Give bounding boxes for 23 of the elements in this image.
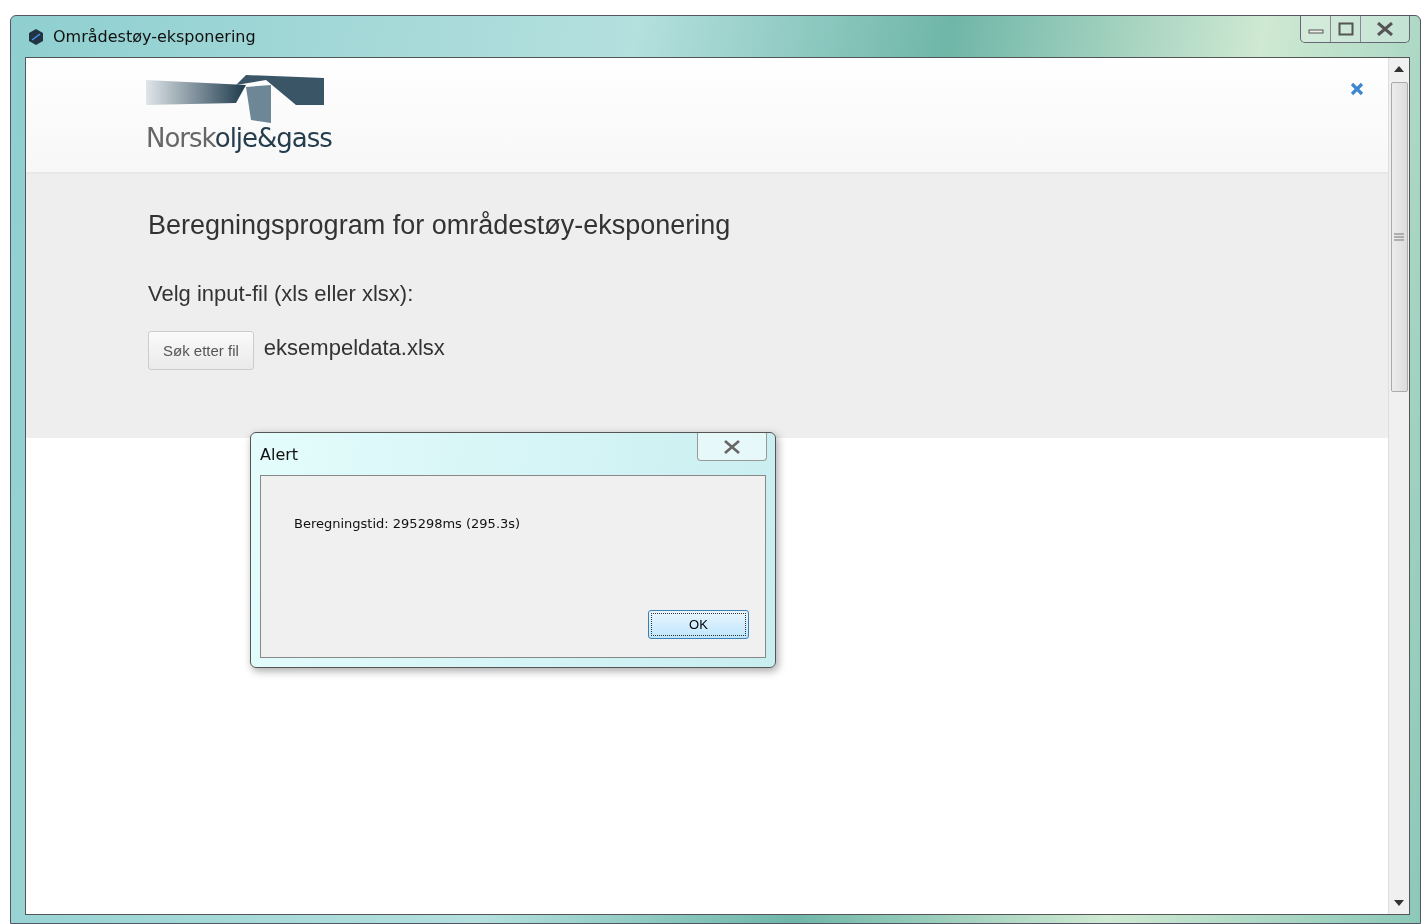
browse-button[interactable]: Søk etter fil <box>148 331 254 370</box>
close-button[interactable] <box>1361 16 1409 42</box>
logo-text: Norskolje&gass <box>146 125 332 151</box>
dialog-title: Alert <box>260 444 299 464</box>
file-label: Velg input-fil (xls eller xlsx): <box>148 281 415 307</box>
close-icon <box>723 439 741 454</box>
maximize-button[interactable] <box>1331 16 1361 42</box>
close-icon <box>1376 22 1394 36</box>
scroll-down-icon[interactable] <box>1394 900 1404 906</box>
scroll-up-icon[interactable] <box>1394 66 1404 72</box>
scrollbar[interactable] <box>1388 58 1409 914</box>
close-button[interactable] <box>697 433 767 461</box>
scroll-thumb[interactable] <box>1390 82 1408 392</box>
minimize-button[interactable] <box>1301 16 1331 42</box>
ok-button[interactable]: OK <box>648 610 749 639</box>
alert-message: Beregningstid: 295298ms (295.3s) <box>294 516 522 531</box>
logo-icon <box>146 75 326 125</box>
window-title: Områdestøy-eksponering <box>53 27 256 46</box>
app-icon <box>27 27 45 46</box>
page-heading: Beregningsprogram for områdestøy-eksponering <box>148 210 732 241</box>
file-name: eksempeldata.xlsx <box>263 334 445 361</box>
close-icon[interactable] <box>1350 82 1364 96</box>
maximize-icon <box>1337 22 1354 36</box>
